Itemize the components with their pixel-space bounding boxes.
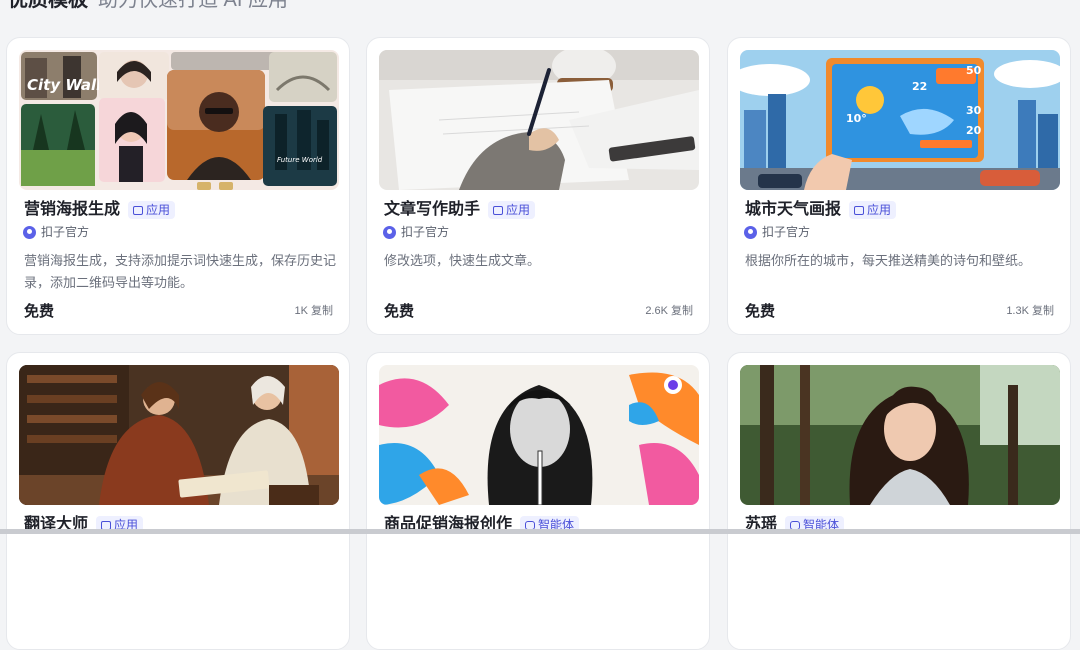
template-card-translation-master[interactable]: 翻译大师 应用 — [6, 352, 350, 650]
card-type-tag: 应用 — [128, 201, 176, 219]
card-thumbnail — [740, 365, 1060, 505]
app-icon — [133, 205, 144, 215]
thumb-text-future-world: Future World — [277, 156, 323, 164]
card-thumbnail: City Walk Future World — [19, 50, 339, 190]
card-author: 扣子官方 — [762, 225, 811, 239]
thumb-text-50: 50 — [966, 64, 982, 77]
thumb-text-30: 30 — [966, 104, 982, 117]
card-price: 免费 — [384, 303, 415, 320]
template-card-marketing-poster[interactable]: City Walk Future World 营销海报生成 应用 扣子官方 营销… — [6, 37, 350, 335]
card-type-tag: 应用 — [488, 201, 536, 219]
card-type-label: 应用 — [146, 203, 171, 217]
template-card-product-promo-poster[interactable]: 商品促销海报创作 智能体 — [366, 352, 710, 650]
card-thumbnail — [19, 365, 339, 505]
thumb-text-20: 20 — [966, 124, 982, 137]
thumb-text-10: 10° — [846, 112, 867, 125]
card-price: 免费 — [745, 303, 776, 320]
card-type-tag: 应用 — [849, 201, 897, 219]
official-author-icon — [383, 225, 396, 239]
card-type-label: 应用 — [867, 203, 892, 217]
section-title: 优质模板 助力快速打造 AI 应用 — [8, 0, 288, 12]
horizontal-scrollbar[interactable] — [0, 529, 1080, 534]
card-copy-count: 2.6K 复制 — [645, 305, 693, 317]
card-description: 营销海报生成，支持添加提示词快速生成，保存历史记录，添加二维码导出等功能。 — [24, 253, 337, 290]
card-description: 修改选项，快速生成文章。 — [384, 253, 541, 268]
card-price: 免费 — [24, 303, 55, 320]
card-type-label: 应用 — [506, 203, 531, 217]
thumb-text-22: 22 — [912, 80, 927, 93]
card-copy-count: 1.3K 复制 — [1006, 305, 1054, 317]
section-subtitle: 助力快速打造 AI 应用 — [98, 0, 289, 11]
card-description: 根据你所在的城市，每天推送精美的诗句和壁纸。 — [745, 253, 1032, 268]
card-copy-count: 1K 复制 — [294, 305, 333, 317]
official-author-icon — [744, 225, 757, 239]
thumb-text-city-walk: City Walk — [27, 76, 107, 94]
card-thumbnail — [379, 50, 699, 190]
card-thumbnail — [379, 365, 699, 505]
card-title: 城市天气画报 — [745, 201, 842, 218]
card-title: 营销海报生成 — [24, 201, 121, 218]
section-title-main: 优质模板 — [8, 0, 88, 11]
card-author: 扣子官方 — [41, 225, 90, 239]
app-icon — [854, 205, 865, 215]
official-author-icon — [23, 225, 36, 239]
template-card-writing-assistant[interactable]: 文章写作助手 应用 扣子官方 修改选项，快速生成文章。 免费 2.6K 复制 — [366, 37, 710, 335]
card-thumbnail: 50 22 30 20 10° — [740, 50, 1060, 190]
template-card-city-weather[interactable]: 50 22 30 20 10° 城市天气画报 应用 扣子官方 根据你所在的城市，… — [727, 37, 1071, 335]
template-card-su-yao[interactable]: 苏瑶 智能体 — [727, 352, 1071, 650]
card-author: 扣子官方 — [401, 225, 450, 239]
app-icon — [493, 205, 504, 215]
card-title: 文章写作助手 — [384, 201, 481, 218]
